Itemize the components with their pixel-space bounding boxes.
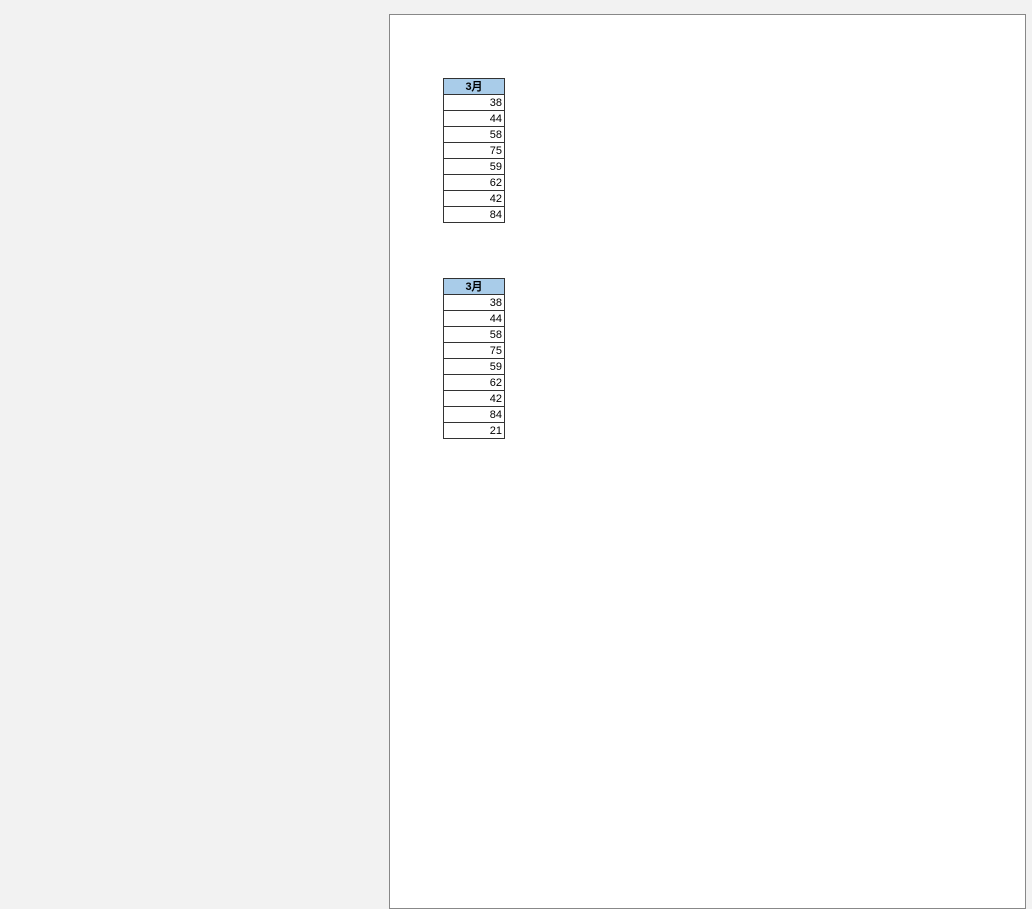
table-2: 3月 38 44 58 75 59 62 42 84 21 [443, 278, 505, 439]
table-header: 3月 [444, 279, 505, 295]
table-cell: 62 [444, 375, 505, 391]
table-1: 3月 38 44 58 75 59 62 42 84 [443, 78, 505, 223]
table-cell: 58 [444, 127, 505, 143]
table-cell: 21 [444, 423, 505, 439]
table-cell: 75 [444, 143, 505, 159]
table-cell: 38 [444, 295, 505, 311]
table-cell: 59 [444, 359, 505, 375]
data-table-1: 3月 38 44 58 75 59 62 42 84 [443, 78, 505, 223]
table-cell: 42 [444, 191, 505, 207]
table-cell: 44 [444, 311, 505, 327]
table-cell: 44 [444, 111, 505, 127]
table-header: 3月 [444, 79, 505, 95]
document-page: 3月 38 44 58 75 59 62 42 84 3月 38 [389, 14, 1026, 909]
table-cell: 42 [444, 391, 505, 407]
table-cell: 75 [444, 343, 505, 359]
table-cell: 62 [444, 175, 505, 191]
table-cell: 84 [444, 407, 505, 423]
table-cell: 58 [444, 327, 505, 343]
data-table-2: 3月 38 44 58 75 59 62 42 84 21 [443, 278, 505, 439]
table-cell: 38 [444, 95, 505, 111]
table-cell: 59 [444, 159, 505, 175]
table-cell: 84 [444, 207, 505, 223]
